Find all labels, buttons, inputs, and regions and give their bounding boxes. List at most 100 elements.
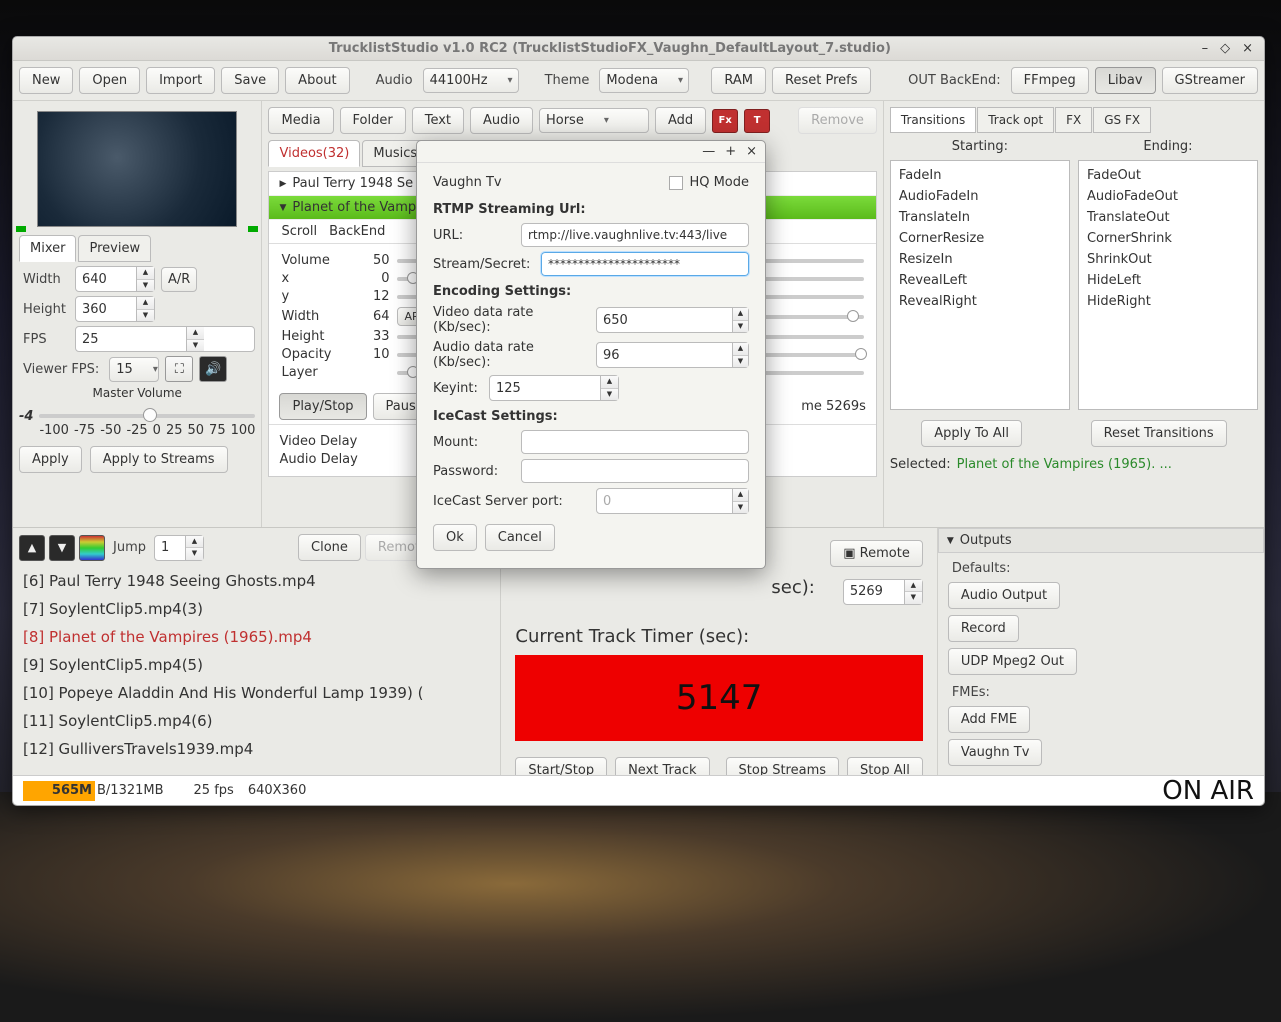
playlist-item[interactable]: [7] SoylentClip5.mp4(3) [19, 595, 494, 623]
apply-button[interactable]: Apply [19, 446, 82, 473]
add-button[interactable]: Add [655, 107, 706, 134]
list-item[interactable]: HideRight [1085, 291, 1251, 312]
fps-spinner[interactable]: ▲▼ [75, 326, 255, 352]
list-item[interactable]: RevealRight [897, 291, 1063, 312]
fullscreen-icon[interactable]: ⛶ [165, 356, 193, 382]
height-spinner[interactable]: ▲▼ [75, 296, 155, 322]
playlist-item[interactable]: [11] SoylentClip5.mp4(6) [19, 707, 494, 735]
list-item[interactable]: CornerShrink [1085, 228, 1251, 249]
list-item[interactable]: FadeOut [1085, 165, 1251, 186]
tab-mixer[interactable]: Mixer [19, 235, 76, 262]
audio-combo[interactable]: 44100Hz [423, 68, 519, 93]
dlg-minimize-icon[interactable]: — [702, 144, 715, 159]
clone-button[interactable]: Clone [298, 534, 361, 561]
move-down-icon[interactable]: ▼ [49, 535, 75, 561]
playlist-item[interactable]: [12] GulliversTravels1939.mp4 [19, 735, 494, 763]
outputs-header[interactable]: ▼Outputs [938, 528, 1264, 553]
keyint-spinner[interactable]: ▲▼ [489, 375, 619, 401]
audio-button[interactable]: Audio [470, 107, 533, 134]
vrate-spinner[interactable]: ▲▼ [596, 307, 749, 333]
minimize-icon[interactable]: – [1199, 41, 1212, 56]
list-item[interactable]: FadeIn [897, 165, 1063, 186]
udp-button[interactable]: UDP Mpeg2 Out [948, 648, 1077, 675]
cancel-button[interactable]: Cancel [485, 524, 555, 551]
ram-button[interactable]: RAM [711, 67, 766, 94]
move-up-icon[interactable]: ▲ [19, 535, 45, 561]
about-button[interactable]: About [285, 67, 349, 94]
open-button[interactable]: Open [79, 67, 140, 94]
add-fme-button[interactable]: Add FME [948, 706, 1030, 733]
port-spinner[interactable]: ▲▼ [596, 488, 749, 514]
playlist-item[interactable]: [6] Paul Terry 1948 Seeing Ghosts.mp4 [19, 567, 494, 595]
reset-transitions-button[interactable]: Reset Transitions [1091, 420, 1227, 447]
url-input[interactable] [521, 223, 749, 247]
ar-button[interactable]: A/R [161, 267, 197, 292]
subtab-scroll[interactable]: Scroll [281, 224, 317, 239]
remove-button[interactable]: Remove [798, 107, 877, 134]
sec-spinner[interactable]: ▲▼ [843, 579, 923, 605]
width-spinner[interactable]: ▲▼ [75, 266, 155, 292]
color-icon[interactable] [79, 535, 105, 561]
libav-button[interactable]: Libav [1095, 67, 1156, 94]
master-volume-slider[interactable]: -100-75-50-250255075100 [39, 404, 255, 428]
list-item[interactable]: ShrinkOut [1085, 249, 1251, 270]
playlist-item[interactable]: [9] SoylentClip5.mp4(5) [19, 651, 494, 679]
jump-spinner[interactable]: ▲▼ [154, 535, 204, 561]
secret-input[interactable] [541, 252, 749, 276]
list-item[interactable]: CornerResize [897, 228, 1063, 249]
keyint-label: Keyint: [433, 381, 481, 396]
text-button[interactable]: Text [412, 107, 464, 134]
starting-listbox[interactable]: FadeInAudioFadeInTranslateInCornerResize… [890, 160, 1070, 410]
red-text-icon[interactable]: T [744, 109, 770, 133]
tab-track-opt[interactable]: Track opt [977, 107, 1054, 133]
titlebar[interactable]: TrucklistStudio v1.0 RC2 (TrucklistStudi… [13, 37, 1264, 61]
apply-streams-button[interactable]: Apply to Streams [90, 446, 228, 473]
folder-button[interactable]: Folder [340, 107, 406, 134]
list-item[interactable]: RevealLeft [897, 270, 1063, 291]
tab-transitions[interactable]: Transitions [890, 107, 976, 133]
playlist[interactable]: [6] Paul Terry 1948 Seeing Ghosts.mp4[7]… [19, 567, 494, 777]
subtab-backend[interactable]: BackEnd [329, 224, 385, 239]
mount-input[interactable] [521, 430, 749, 454]
tab-fx[interactable]: FX [1055, 107, 1092, 133]
apply-all-button[interactable]: Apply To All [921, 420, 1022, 447]
list-item[interactable]: HideLeft [1085, 270, 1251, 291]
playlist-item[interactable]: [10] Popeye Aladdin And His Wonderful La… [19, 679, 494, 707]
list-item[interactable]: TranslateIn [897, 207, 1063, 228]
ffmpeg-button[interactable]: FFmpeg [1011, 67, 1089, 94]
red-action-icon[interactable]: Fx [712, 109, 738, 133]
speaker-icon[interactable]: 🔊 [199, 356, 227, 382]
list-item[interactable]: ResizeIn [897, 249, 1063, 270]
jump-label: Jump [109, 540, 150, 555]
record-button[interactable]: Record [948, 615, 1019, 642]
close-icon[interactable]: × [1239, 41, 1256, 56]
save-button[interactable]: Save [221, 67, 279, 94]
arate-spinner[interactable]: ▲▼ [596, 342, 749, 368]
ok-button[interactable]: Ok [433, 524, 477, 551]
new-button[interactable]: New [19, 67, 73, 94]
hq-checkbox[interactable] [669, 176, 683, 190]
password-input[interactable] [521, 459, 749, 483]
tab-videos[interactable]: Videos(32) [268, 140, 360, 167]
remote-button[interactable]: ▣ Remote [830, 540, 923, 567]
list-item[interactable]: AudioFadeOut [1085, 186, 1251, 207]
vaughn-tv-button[interactable]: Vaughn Tv [948, 739, 1043, 766]
tab-gs-fx[interactable]: GS FX [1093, 107, 1151, 133]
maximize-icon[interactable]: ◇ [1217, 41, 1233, 56]
ending-listbox[interactable]: FadeOutAudioFadeOutTranslateOutCornerShr… [1078, 160, 1258, 410]
media-button[interactable]: Media [268, 107, 333, 134]
list-item[interactable]: AudioFadeIn [897, 186, 1063, 207]
gstreamer-button[interactable]: GStreamer [1162, 67, 1258, 94]
audio-output-button[interactable]: Audio Output [948, 582, 1060, 609]
reset-prefs-button[interactable]: Reset Prefs [772, 67, 870, 94]
dlg-close-icon[interactable]: × [746, 144, 757, 159]
playstop-button[interactable]: Play/Stop [279, 393, 366, 420]
dlg-maximize-icon[interactable]: + [725, 144, 736, 159]
list-item[interactable]: TranslateOut [1085, 207, 1251, 228]
horse-combo[interactable]: Horse [539, 108, 649, 133]
playlist-item[interactable]: [8] Planet of the Vampires (1965).mp4 [19, 623, 494, 651]
tab-preview[interactable]: Preview [78, 235, 151, 262]
theme-combo[interactable]: Modena [599, 68, 689, 93]
import-button[interactable]: Import [146, 67, 215, 94]
viewer-fps-combo[interactable]: 15 [109, 357, 159, 382]
